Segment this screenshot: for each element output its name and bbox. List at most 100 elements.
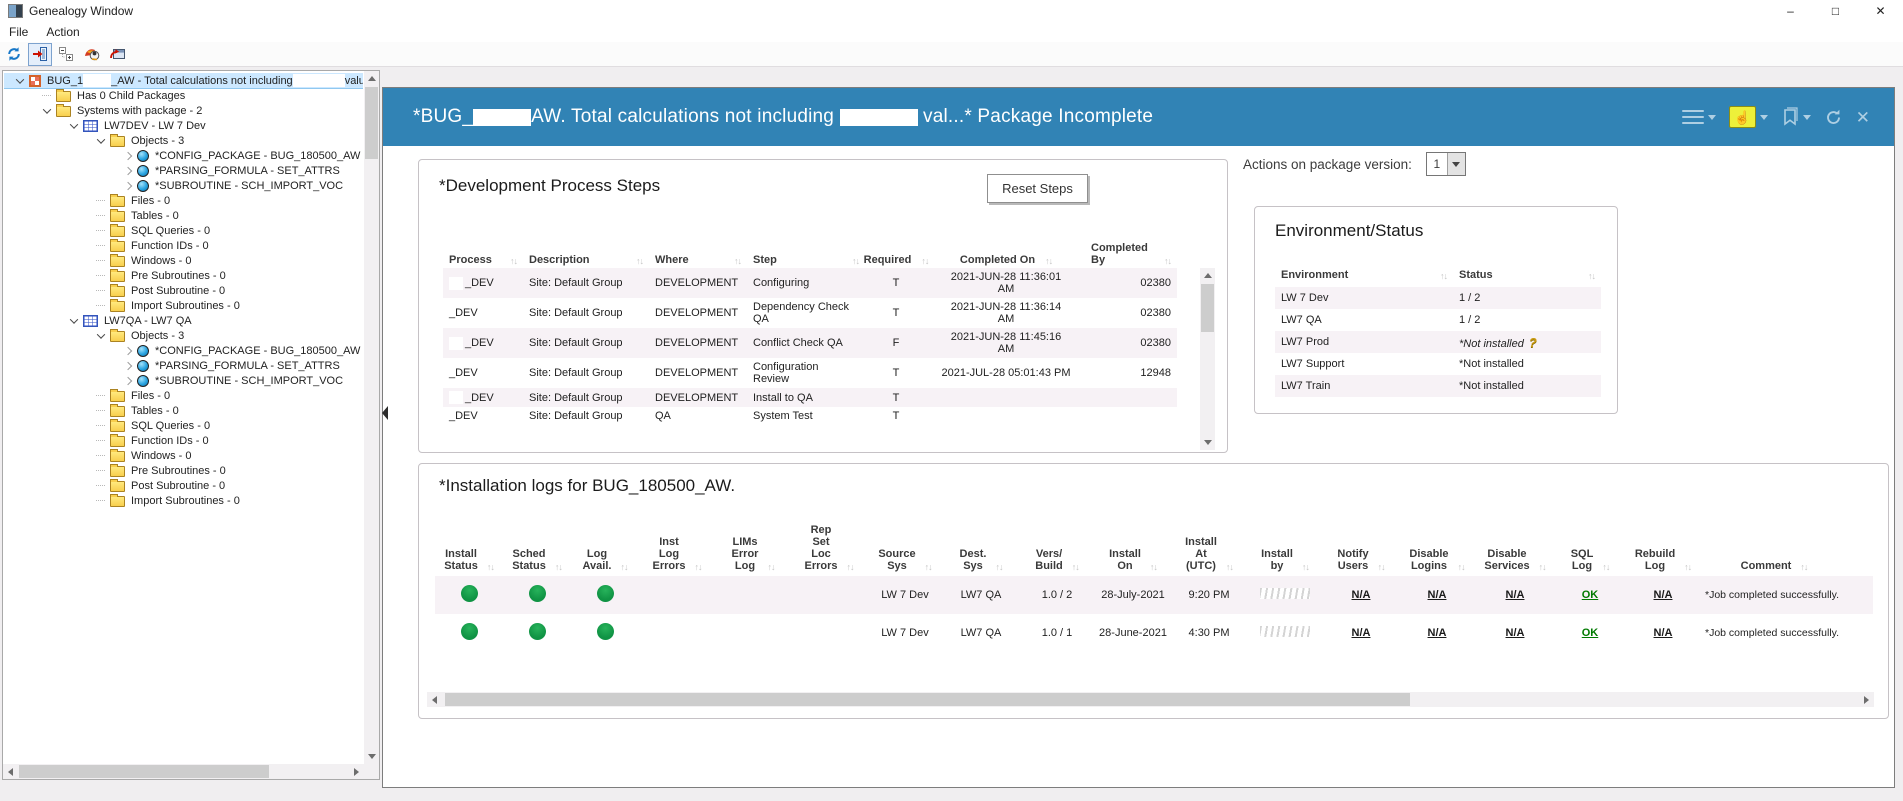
tree-item[interactable]: *SUBROUTINE - SCH_IMPORT_VOC [4, 178, 363, 193]
dev-step-row[interactable]: _DEV Site: Default Group DEVELOPMENT Config… [443, 268, 1177, 298]
tree-chevron-icon[interactable] [66, 314, 81, 324]
genealogy-icon[interactable] [80, 43, 104, 66]
scrollbar-thumb[interactable] [1201, 284, 1214, 332]
menu-file[interactable]: File [0, 23, 37, 41]
na-link[interactable]: N/A [1352, 589, 1371, 601]
column-header[interactable]: Disable Services ↑↓ [1475, 510, 1555, 572]
column-header[interactable]: SQL Log ↑↓ [1555, 510, 1625, 572]
environment-row[interactable]: LW7 Prod *Not installed? [1275, 331, 1601, 353]
column-header[interactable]: Step ↑↓ [747, 220, 865, 266]
tree-item[interactable]: Has 0 Child Packages [4, 88, 363, 103]
sort-icon[interactable]: ↑↓ [1454, 562, 1466, 572]
sort-icon[interactable]: ↑↓ [921, 562, 933, 572]
sort-icon[interactable]: ↑↓ [1222, 562, 1234, 572]
minimize-button[interactable]: – [1768, 0, 1813, 22]
dev-step-row[interactable]: _DEV Site: Default Group DEVELOPMENT Config… [443, 358, 1177, 388]
scroll-up-icon[interactable] [364, 71, 379, 86]
tree-item[interactable]: *CONFIG_PACKAGE - BUG_180500_AW [4, 343, 363, 358]
column-header[interactable]: Disable Logins ↑↓ [1399, 510, 1475, 572]
installation-logs-scrollbar[interactable] [427, 692, 1874, 707]
column-header[interactable]: Status ↑↓ [1453, 257, 1601, 281]
column-header[interactable]: Rep Set Loc Errors ↑↓ [791, 510, 867, 572]
sort-icon[interactable]: ↑↓ [1796, 562, 1808, 572]
sort-icon[interactable]: ↑↓ [1146, 562, 1158, 572]
tree-chevron-icon[interactable] [120, 361, 135, 370]
scroll-right-icon[interactable] [1859, 692, 1874, 707]
refresh-icon[interactable] [1824, 108, 1843, 127]
sort-icon[interactable]: ↑↓ [1160, 256, 1172, 266]
tree-item[interactable]: Tables - 0 [4, 208, 363, 223]
sort-icon[interactable]: ↑↓ [1680, 562, 1692, 572]
tree-item[interactable]: LW7QA - LW7 QA [4, 313, 363, 328]
install-log-row[interactable]: LW 7 Dev LW7 QA 1.0 / 1 28-June-2021 4:30 PM… [435, 614, 1873, 652]
column-header[interactable]: Vers/ Build ↑↓ [1019, 510, 1095, 572]
expand-tree-icon[interactable] [54, 43, 78, 66]
chevron-down-icon[interactable] [1446, 153, 1465, 175]
na-link[interactable]: N/A [1428, 627, 1447, 639]
tree-item[interactable]: SQL Queries - 0 [4, 418, 363, 433]
sql-log-ok-link[interactable]: OK [1582, 589, 1599, 601]
tree-item[interactable]: Post Subroutine - 0 [4, 283, 363, 298]
dev-step-row[interactable]: _DEV Site: Default Group DEVELOPMENT Instal… [443, 388, 1177, 407]
tree-item[interactable]: Objects - 3 [4, 133, 363, 148]
exit-door-icon[interactable] [28, 42, 52, 66]
sort-icon[interactable]: ↑↓ [1436, 271, 1448, 281]
splitter-collapse-icon[interactable] [382, 406, 388, 420]
sort-icon[interactable]: ↑↓ [763, 562, 775, 572]
sort-icon[interactable]: ↑↓ [848, 256, 860, 266]
tree-item[interactable]: Post Subroutine - 0 [4, 478, 363, 493]
sort-icon[interactable]: ↑↓ [730, 256, 742, 266]
tree-chevron-icon[interactable] [120, 181, 135, 190]
maximize-button[interactable]: □ [1813, 0, 1858, 22]
environment-row[interactable]: LW7 Train *Not installed [1275, 375, 1601, 397]
tree-item[interactable]: Files - 0 [4, 193, 363, 208]
tree-chevron-icon[interactable] [12, 74, 27, 84]
tree-item[interactable]: Files - 0 [4, 388, 363, 403]
sort-icon[interactable]: ↑↓ [691, 562, 703, 572]
tree-chevron-icon[interactable] [39, 104, 54, 114]
dev-step-row[interactable]: _DEV Site: Default Group QA System Test T [443, 407, 1177, 425]
scrollbar-thumb[interactable] [445, 693, 1410, 706]
bookmark-icon[interactable] [1781, 107, 1811, 127]
sort-icon[interactable]: ↑↓ [1598, 562, 1610, 572]
sort-icon[interactable]: ↑↓ [1374, 562, 1386, 572]
sort-icon[interactable]: ↑↓ [1584, 271, 1596, 281]
tree-chevron-icon[interactable] [93, 329, 108, 339]
column-header[interactable]: Install On ↑↓ [1095, 510, 1171, 572]
tree-item[interactable]: Import Subroutines - 0 [4, 298, 363, 313]
tree-item[interactable]: Pre Subroutines - 0 [4, 268, 363, 283]
scroll-left-icon[interactable] [3, 764, 18, 779]
sort-icon[interactable]: ↑↓ [1068, 562, 1080, 572]
tree-chevron-icon[interactable] [120, 151, 135, 160]
tree-item[interactable]: Tables - 0 [4, 403, 363, 418]
tree-chevron-icon[interactable] [120, 376, 135, 385]
tree-item[interactable]: Windows - 0 [4, 448, 363, 463]
tree-item[interactable]: Systems with package - 2 [4, 103, 363, 118]
tree-item[interactable]: SQL Queries - 0 [4, 223, 363, 238]
column-header[interactable]: Install by ↑↓ [1247, 510, 1323, 572]
column-header[interactable]: Process ↑↓ [443, 220, 523, 266]
na-link[interactable]: N/A [1654, 589, 1673, 601]
scrollbar-thumb[interactable] [19, 765, 269, 778]
version-dropdown[interactable]: 1 [1425, 152, 1466, 176]
na-link[interactable]: N/A [1428, 589, 1447, 601]
tree-item[interactable]: *PARSING_FORMULA - SET_ATTRS [4, 358, 363, 373]
dev-step-row[interactable]: _DEV Site: Default Group DEVELOPMENT Depend… [443, 298, 1177, 328]
sort-icon[interactable]: ↑↓ [843, 562, 855, 572]
tree-item[interactable]: Windows - 0 [4, 253, 363, 268]
environment-row[interactable]: LW 7 Dev 1 / 2 [1275, 287, 1601, 309]
tree-chevron-icon[interactable] [66, 119, 81, 129]
column-header[interactable]: Completed On ↑↓ [927, 220, 1085, 266]
menu-icon[interactable] [1681, 109, 1716, 125]
column-header[interactable]: Install Status ↑↓ [435, 510, 503, 572]
sort-icon[interactable]: ↑↓ [551, 562, 563, 572]
column-header[interactable]: Environment ↑↓ [1275, 257, 1453, 281]
column-header[interactable]: Rebuild Log ↑↓ [1625, 510, 1701, 572]
scroll-up-icon[interactable] [1200, 268, 1215, 283]
column-header[interactable]: Install At (UTC) ↑↓ [1171, 510, 1247, 572]
sort-icon[interactable]: ↑↓ [1298, 562, 1310, 572]
scrollbar-thumb[interactable] [365, 87, 378, 159]
install-log-row[interactable]: LW 7 Dev LW7 QA 1.0 / 2 28-July-2021 9:20 PM… [435, 576, 1873, 614]
column-header[interactable]: Notify Users ↑↓ [1323, 510, 1399, 572]
column-header[interactable]: Where ↑↓ [649, 220, 747, 266]
